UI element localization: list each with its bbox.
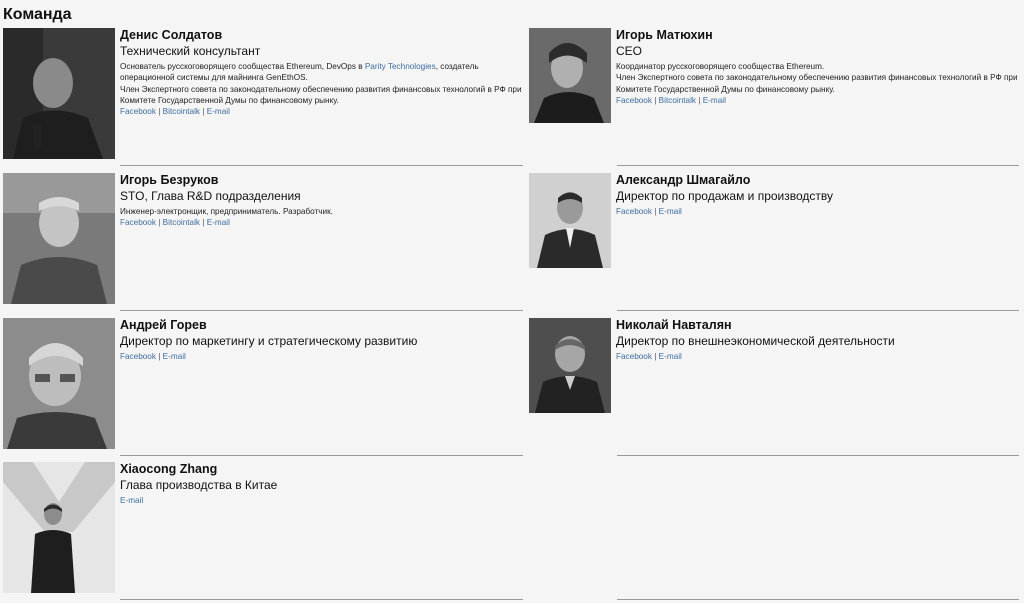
team-member-card: Игорь Матюхин CEO Координатор русскогово… xyxy=(529,28,1021,166)
member-name: Андрей Горев xyxy=(120,318,207,332)
team-member-card: Денис Солдатов Технический консультант О… xyxy=(3,28,525,166)
facebook-link[interactable]: Facebook xyxy=(120,218,156,227)
member-name: Xiaocong Zhang xyxy=(120,462,218,476)
member-photo xyxy=(3,462,115,593)
team-member-card: Игорь Безруков STO, Глава R&D подразделе… xyxy=(3,173,525,311)
email-link[interactable]: E-mail xyxy=(120,496,143,505)
divider xyxy=(120,165,523,166)
member-photo xyxy=(529,173,611,268)
email-link[interactable]: E-mail xyxy=(659,207,682,216)
bitcointalk-link[interactable]: Bitcointalk xyxy=(659,96,696,105)
email-link[interactable]: E-mail xyxy=(163,352,186,361)
member-description: Координатор русскоговорящего сообщества … xyxy=(616,62,1018,94)
member-role: CEO xyxy=(616,44,643,58)
team-member-card: Николай Навталян Директор по внешнеэконо… xyxy=(529,318,1021,456)
divider xyxy=(120,455,523,456)
divider xyxy=(120,599,523,600)
facebook-link[interactable]: Facebook xyxy=(120,352,156,361)
divider xyxy=(617,310,1019,311)
facebook-link[interactable]: Facebook xyxy=(616,207,652,216)
email-link[interactable]: E-mail xyxy=(207,218,230,227)
divider xyxy=(617,599,1019,600)
member-photo xyxy=(529,28,611,123)
member-name: Игорь Безруков xyxy=(120,173,219,187)
facebook-link[interactable]: Facebook xyxy=(120,107,156,116)
member-role: Глава производства в Китае xyxy=(120,478,278,492)
member-photo xyxy=(3,173,115,304)
member-links: Facebook | Bitcointalk | E-mail xyxy=(120,107,230,117)
member-links: Facebook | E-mail xyxy=(120,352,186,361)
member-role: Технический консультант xyxy=(120,44,261,58)
member-photo xyxy=(3,318,115,449)
team-member-card: Xiaocong Zhang Глава производства в Кита… xyxy=(3,462,525,598)
member-name: Николай Навталян xyxy=(616,318,732,332)
member-photo xyxy=(529,318,611,413)
member-links: Facebook | E-mail xyxy=(616,207,682,216)
bitcointalk-link[interactable]: Bitcointalk xyxy=(163,107,200,116)
email-link[interactable]: E-mail xyxy=(703,96,726,105)
member-role: Директор по внешнеэкономической деятельн… xyxy=(616,334,895,348)
divider xyxy=(617,455,1019,456)
member-links: E-mail xyxy=(120,495,525,506)
page-title: Команда xyxy=(3,6,72,23)
member-name: Александр Шмагайло xyxy=(616,173,751,187)
member-photo xyxy=(3,28,115,159)
member-links: Facebook | E-mail xyxy=(616,352,682,361)
divider xyxy=(120,310,523,311)
member-description: Инженер-электронщик, предприниматель. Ра… xyxy=(120,207,333,216)
bitcointalk-link[interactable]: Bitcointalk xyxy=(163,218,200,227)
divider xyxy=(617,165,1019,166)
member-role: Директор по продажам и производству xyxy=(616,189,834,203)
facebook-link[interactable]: Facebook xyxy=(616,352,652,361)
email-link[interactable]: E-mail xyxy=(207,107,230,116)
team-member-card: Александр Шмагайло Директор по продажам … xyxy=(529,173,1021,311)
member-name: Денис Солдатов xyxy=(120,28,223,42)
parity-technologies-link[interactable]: Parity Technologies xyxy=(365,62,436,71)
facebook-link[interactable]: Facebook xyxy=(616,96,652,105)
member-links: Facebook | Bitcointalk | E-mail xyxy=(616,95,726,105)
email-link[interactable]: E-mail xyxy=(659,352,682,361)
member-role: Директор по маркетингу и стратегическому… xyxy=(120,334,418,348)
team-member-card: Андрей Горев Директор по маркетингу и ст… xyxy=(3,318,525,456)
member-description: Основатель русскоговорящего сообщества E… xyxy=(120,62,522,105)
member-name: Игорь Матюхин xyxy=(616,28,713,42)
member-links: Facebook | Bitcointalk | E-mail xyxy=(120,218,230,228)
member-role: STO, Глава R&D подразделения xyxy=(120,189,301,203)
